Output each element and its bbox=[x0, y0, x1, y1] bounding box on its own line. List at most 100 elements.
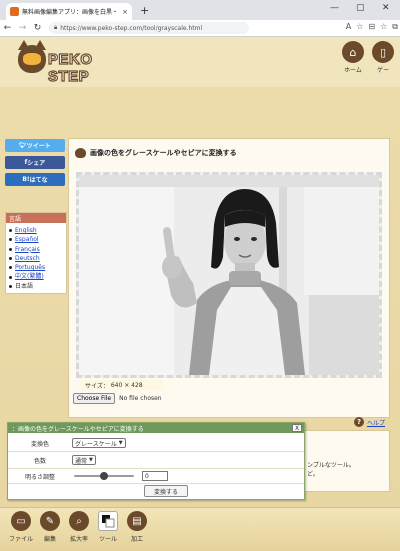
color-select-value: グレースケール bbox=[75, 440, 117, 448]
tool-tools[interactable]: ツール bbox=[92, 511, 124, 543]
game-label: ゲー bbox=[376, 67, 389, 74]
description-line-1: ンプルなツール。 bbox=[307, 462, 355, 469]
tool-zoom-label: 拡大率 bbox=[69, 536, 88, 543]
help-label: ヘルプ bbox=[367, 419, 386, 427]
browser-tab[interactable]: 無料画像編集アプリ：画像を白黒・ × bbox=[6, 3, 132, 20]
favorite-icon[interactable]: ☆ bbox=[356, 22, 363, 32]
brightness-slider[interactable] bbox=[74, 471, 134, 481]
brightness-label: 明るさ調整 bbox=[24, 473, 55, 481]
pencil-icon: ✎ bbox=[40, 511, 60, 531]
main-panel: 画像の色をグレースケールやセピアに変換する サイズ： 640 × 428 Cho… bbox=[68, 138, 390, 418]
tab-title: 無料画像編集アプリ：画像を白黒・ bbox=[22, 9, 119, 16]
bird-icon: 🐦︎ bbox=[19, 142, 27, 149]
tool-zoom[interactable]: ⌕ 拡大率 bbox=[63, 511, 95, 543]
language-heading: 言語 bbox=[6, 213, 66, 223]
minimize-button[interactable]: — bbox=[330, 3, 339, 13]
cat-logo-icon bbox=[18, 40, 46, 73]
brightness-input[interactable]: 0 bbox=[142, 471, 168, 481]
collections-icon[interactable]: ⧉ bbox=[392, 22, 398, 32]
choose-file-button[interactable]: Choose File bbox=[73, 393, 116, 404]
favorites-bar-icon[interactable]: ☆ bbox=[380, 22, 387, 32]
url-input[interactable]: 🔒︎ https://www.peko-step.com/tool/graysc… bbox=[49, 22, 249, 34]
game-icon: ▯ bbox=[372, 41, 394, 63]
facebook-label: シェア bbox=[27, 160, 46, 167]
color-select[interactable]: グレースケール ▼ bbox=[72, 438, 126, 448]
tweet-button[interactable]: 🐦︎ ツイート bbox=[5, 139, 65, 152]
lock-icon: 🔒︎ bbox=[54, 24, 58, 31]
grayscale-photo bbox=[79, 175, 379, 375]
tool-edit-label: 編集 bbox=[43, 536, 56, 543]
image-canvas[interactable] bbox=[76, 172, 382, 378]
home-label: ホーム bbox=[344, 67, 362, 74]
language-link-french[interactable]: Français bbox=[15, 245, 40, 254]
favicon-icon bbox=[10, 7, 19, 16]
size-prefix: サイズ： bbox=[85, 382, 109, 390]
dialog-titlebar[interactable]: ：画像の色をグレースケールやセピアに変換する X bbox=[8, 423, 304, 433]
settings-dialog: ：画像の色をグレースケールやセピアに変換する X 変換色 グレースケール ▼ 色… bbox=[7, 422, 305, 500]
site-logo[interactable]: PEKO STEP bbox=[16, 40, 124, 86]
tool-process[interactable]: ▤ 加工 bbox=[121, 511, 153, 543]
language-link-chinese[interactable]: 中文(繁體) bbox=[15, 272, 44, 281]
language-link-german[interactable]: Deutsch bbox=[15, 254, 40, 263]
hatena-label: はてな bbox=[29, 177, 48, 184]
back-icon[interactable]: ← bbox=[0, 23, 15, 33]
close-window-button[interactable]: ✕ bbox=[382, 3, 390, 13]
split-screen-icon[interactable]: ⊟ bbox=[368, 22, 375, 32]
logo-text: PEKO STEP bbox=[47, 50, 93, 85]
cat-icon bbox=[75, 148, 86, 158]
language-link-english[interactable]: English bbox=[15, 226, 37, 235]
language-link-spanish[interactable]: Español bbox=[15, 235, 39, 244]
url-text: https://www.peko-step.com/tool/grayscale… bbox=[60, 24, 203, 32]
game-button[interactable]: ▯ ゲー bbox=[372, 41, 394, 74]
tool-file[interactable]: ▭ ファイル bbox=[5, 511, 37, 543]
site-header: PEKO STEP ⌂ ホーム ▯ ゲー bbox=[0, 37, 400, 87]
help-link[interactable]: ? ヘルプ bbox=[354, 417, 385, 427]
tool-tools-label: ツール bbox=[98, 536, 117, 543]
tone-label: 色数 bbox=[33, 457, 46, 465]
chevron-down-icon: ▼ bbox=[89, 457, 93, 463]
dialog-close-button[interactable]: X bbox=[292, 424, 302, 432]
no-file-text: No file chosen bbox=[119, 395, 162, 402]
convert-button[interactable]: 変換する bbox=[144, 485, 188, 497]
slider-thumb[interactable] bbox=[100, 472, 108, 480]
tone-select[interactable]: 通常 ▼ bbox=[72, 455, 96, 465]
chevron-down-icon: ▼ bbox=[118, 440, 123, 446]
color-row: 変換色 グレースケール ▼ bbox=[8, 436, 304, 450]
browser-tab-bar: 無料画像編集アプリ：画像を白黒・ × + bbox=[0, 0, 400, 20]
size-value: 640 × 428 bbox=[110, 381, 143, 389]
home-button[interactable]: ⌂ ホーム bbox=[342, 41, 364, 74]
document-icon: ▤ bbox=[127, 511, 147, 531]
description-line-2: ど。 bbox=[307, 471, 319, 478]
panel-title: 画像の色をグレースケールやセピアに変換する bbox=[90, 149, 237, 157]
tool-edit[interactable]: ✎ 編集 bbox=[34, 511, 66, 543]
address-bar: ← → ↻ 🔒︎ https://www.peko-step.com/tool/… bbox=[0, 20, 400, 37]
language-box: 言語 English Español Français Deutsch Port… bbox=[5, 212, 67, 294]
reload-icon[interactable]: ↻ bbox=[30, 23, 45, 33]
hatena-button[interactable]: B! はてな bbox=[5, 173, 65, 186]
image-size-label: サイズ： 640 × 428 bbox=[79, 380, 163, 390]
file-chooser: Choose File No file chosen bbox=[73, 393, 162, 404]
tool-process-label: 加工 bbox=[130, 536, 143, 543]
language-current-japanese: 日本語 bbox=[15, 282, 34, 290]
bottom-toolbar: ▭ ファイル ✎ 編集 ⌕ 拡大率 ツール ▤ 加工 bbox=[0, 507, 400, 551]
tweet-label: ツイート bbox=[26, 143, 51, 150]
dialog-title: ：画像の色をグレースケールやセピアに変換する bbox=[12, 425, 144, 433]
zoom-icon: ⌕ bbox=[69, 511, 89, 531]
language-link-portuguese[interactable]: Português bbox=[15, 263, 45, 272]
read-aloud-icon[interactable]: A bbox=[346, 22, 351, 32]
brightness-row: 明るさ調整 0 bbox=[8, 469, 304, 483]
forward-icon[interactable]: → bbox=[15, 23, 30, 33]
tool-file-label: ファイル bbox=[8, 536, 33, 543]
tone-row: 色数 通常 ▼ bbox=[8, 453, 304, 467]
folder-icon: ▭ bbox=[11, 511, 31, 531]
maximize-button[interactable]: ▢ bbox=[356, 3, 365, 13]
help-icon: ? bbox=[354, 417, 364, 427]
tone-select-value: 通常 bbox=[75, 457, 88, 465]
new-tab-button[interactable]: + bbox=[140, 4, 149, 17]
description-panel: ンプルなツール。 ど。 bbox=[304, 430, 390, 492]
facebook-share-button[interactable]: f シェア bbox=[5, 156, 65, 169]
tab-close-icon[interactable]: × bbox=[122, 8, 128, 16]
hatena-icon: B! bbox=[22, 176, 30, 183]
home-icon: ⌂ bbox=[342, 41, 364, 63]
color-swatch-icon bbox=[98, 511, 118, 531]
